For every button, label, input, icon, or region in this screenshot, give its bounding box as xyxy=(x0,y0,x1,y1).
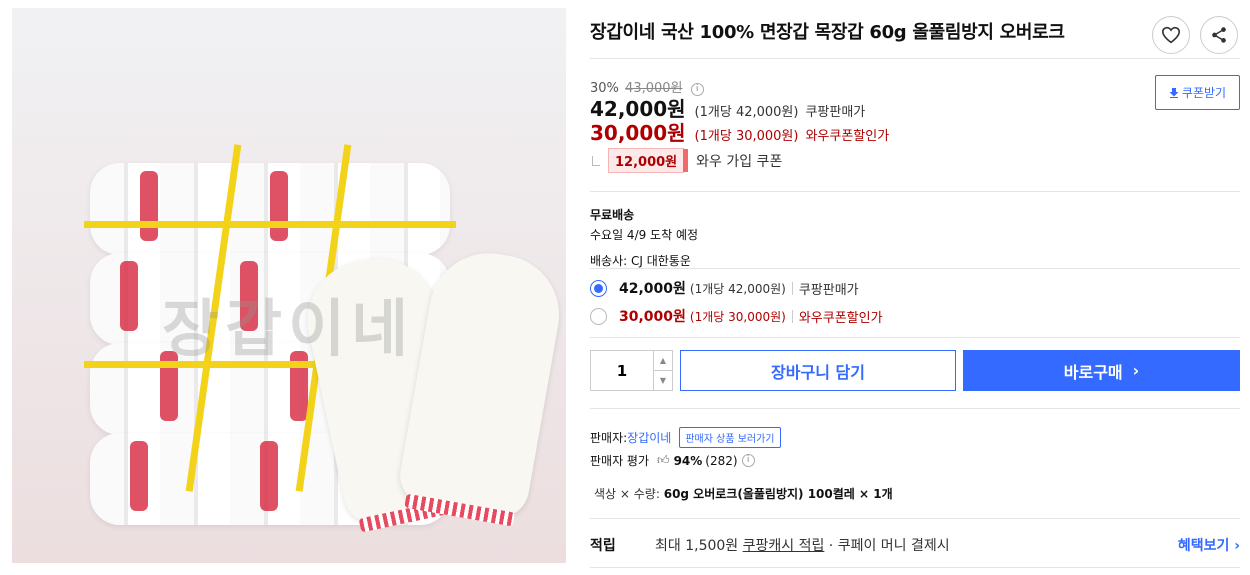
reward-info: 적립 최대 1,500원 쿠팡캐시 적립 · 쿠페이 머니 결제시 혜택보기 › xyxy=(590,535,1240,555)
share-button[interactable] xyxy=(1200,16,1238,54)
option-unit-price: (1개당 30,000원) xyxy=(689,309,786,324)
bundle-layer xyxy=(90,163,450,255)
divider xyxy=(590,518,1240,519)
indent-corner xyxy=(592,155,600,166)
option-unit-price: (1개당 42,000원) xyxy=(689,281,786,296)
chevron-right-icon: › xyxy=(1132,361,1140,380)
quantity-up-icon[interactable]: ▲ xyxy=(654,351,672,370)
option-price: 42,000원 xyxy=(619,281,686,297)
seller-label: 판매자: xyxy=(590,431,628,445)
wow-coupon-label: 와우 가입 쿠폰 xyxy=(696,153,783,170)
product-info: 장갑이네 국산 100% 면장갑 목장갑 60g 올풀림방지 오버로크 30% … xyxy=(590,0,1240,575)
option-summary-value: 60g 오버로크(올풀림방지) 100켤레 × 1개 xyxy=(663,487,893,501)
seller-info: 판매자: 장갑이네 판매자 상품 보러가기 xyxy=(590,427,781,448)
arrival-date: 수요일 4/9 도착 예정 xyxy=(590,228,699,242)
wow-coupon: 12,000원 와우 가입 쿠폰 xyxy=(590,148,782,173)
coupon-download-button[interactable]: 쿠폰받기 xyxy=(1155,75,1240,110)
buy-button-label: 바로구매 xyxy=(1063,362,1123,382)
coupon-button-label: 쿠폰받기 xyxy=(1181,86,1227,100)
option-label: 쿠팡판매가 xyxy=(798,282,859,298)
rating-value: 94% xyxy=(673,453,703,468)
share-icon xyxy=(1212,27,1226,43)
quantity-stepper: ▲ ▼ xyxy=(590,350,673,391)
yellow-tape xyxy=(84,221,456,228)
wow-price: 30,000원 (1개당 30,000원) 와우쿠폰할인가 xyxy=(590,117,889,146)
option-summary-label: 색상 × 수량: xyxy=(594,487,660,501)
reward-title: 적립 xyxy=(590,538,616,554)
shipping-carrier: 배송사: CJ 대한통운 xyxy=(590,254,691,268)
download-icon xyxy=(1169,87,1179,98)
wow-coupon-amount: 12,000원 xyxy=(608,148,689,173)
heart-icon xyxy=(1161,26,1181,44)
radio-selected[interactable] xyxy=(590,279,607,297)
reward-suffix: · 쿠페이 머니 결제시 xyxy=(824,538,950,554)
wishlist-button[interactable] xyxy=(1152,16,1190,54)
quantity-down-icon[interactable]: ▼ xyxy=(654,370,672,390)
free-shipping-label: 무료배송 xyxy=(590,208,635,222)
radio-unselected[interactable] xyxy=(590,307,607,325)
coupang-cash-link[interactable]: 쿠팡캐시 적립 xyxy=(743,538,825,554)
wow-unit-price: (1개당 30,000원) xyxy=(694,129,799,144)
divider xyxy=(590,337,1240,338)
cart-button-label: 장바구니 담기 xyxy=(771,362,865,382)
info-icon[interactable]: i xyxy=(741,454,755,467)
thumbs-up-icon: 👍︎ xyxy=(657,453,670,467)
view-benefits-link[interactable]: 혜택보기 › xyxy=(1178,535,1240,555)
price-option-wow[interactable]: 30,000원 (1개당 30,000원) 와우쿠폰할인가 xyxy=(590,306,883,326)
price-option-coupang[interactable]: 42,000원 (1개당 42,000원) 쿠팡판매가 xyxy=(590,278,859,298)
rating-label: 판매자 평가 xyxy=(590,454,650,468)
watermark-text: 장갑이네 xyxy=(162,292,415,365)
quantity-arrows: ▲ ▼ xyxy=(653,351,672,390)
option-separator xyxy=(791,281,793,295)
seller-rating: 판매자 평가 👍︎ 94% (282) i xyxy=(590,452,755,469)
divider xyxy=(590,408,1240,409)
wow-price-value: 30,000원 xyxy=(590,121,686,145)
divider xyxy=(590,567,1240,568)
reward-description: 최대 1,500원 쿠팡캐시 적립 · 쿠페이 머니 결제시 xyxy=(655,535,950,555)
option-separator xyxy=(791,309,793,323)
option-price: 30,000원 xyxy=(619,309,686,325)
seller-name-link[interactable]: 장갑이네 xyxy=(627,429,671,446)
option-label: 와우쿠폰할인가 xyxy=(798,310,883,326)
divider xyxy=(590,268,1240,269)
divider xyxy=(590,191,1240,192)
quantity-input[interactable] xyxy=(591,351,653,390)
wow-price-label: 와우쿠폰할인가 xyxy=(805,129,890,144)
rating-count: (282) xyxy=(705,453,738,468)
product-title: 장갑이네 국산 100% 면장갑 목장갑 60g 올풀림방지 오버로크 xyxy=(590,22,1065,43)
reward-prefix: 최대 1,500원 xyxy=(655,538,743,554)
buy-now-button[interactable]: 바로구매 › xyxy=(963,350,1240,391)
selected-option-summary: 색상 × 수량: 60g 오버로크(올풀림방지) 100켤레 × 1개 xyxy=(594,485,893,502)
product-image: 장갑이네 xyxy=(12,8,566,563)
divider xyxy=(590,58,1240,59)
add-to-cart-button[interactable]: 장바구니 담기 xyxy=(680,350,956,391)
seller-products-button[interactable]: 판매자 상품 보러가기 xyxy=(679,427,781,448)
